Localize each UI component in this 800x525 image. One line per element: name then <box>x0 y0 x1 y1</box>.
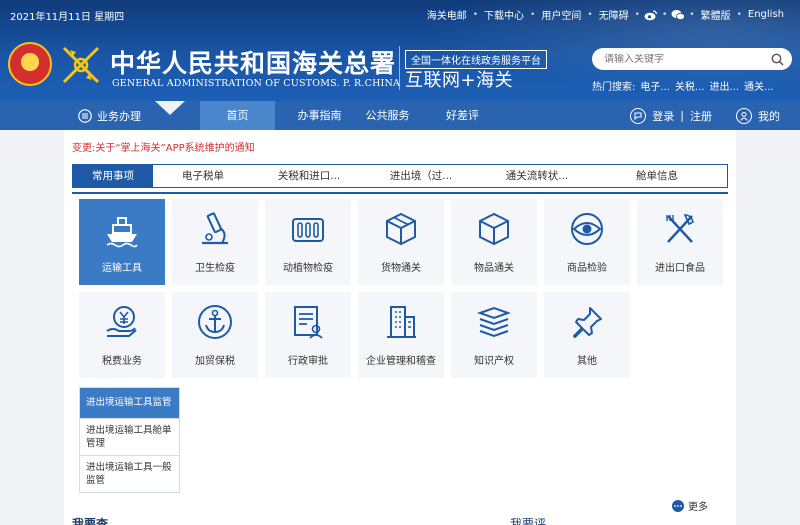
tab-manifest[interactable]: 舱单信息 <box>597 165 717 187</box>
tab-common[interactable]: 常用事项 <box>73 165 153 187</box>
national-emblem-icon <box>8 42 52 86</box>
user-icon[interactable] <box>736 107 752 124</box>
login-icon[interactable] <box>630 107 647 124</box>
section-title-rate: 我要评 <box>510 517 547 525</box>
hot-search-item[interactable]: 进出... <box>709 78 739 93</box>
tile-admin-approval[interactable]: 行政审批 <box>265 292 351 378</box>
menu-icon <box>78 109 92 126</box>
submenu-header[interactable]: 进出境运输工具监管 <box>80 388 179 418</box>
search-box <box>592 48 792 70</box>
hot-search: 热门搜索: 电子... 关税... 进出... 通关... <box>592 78 774 93</box>
site-title-cn: 中华人民共和国海关总署 <box>110 49 397 78</box>
tile-other[interactable]: 其他 <box>544 292 630 378</box>
tile-intellectual-property[interactable]: 知识产权 <box>451 292 537 378</box>
main-content: 变更:关于“掌上海关”APP系统维护的通知 常用事项 电子税单 关税和进口...… <box>64 130 736 525</box>
tile-transport[interactable]: 运输工具 <box>79 199 165 285</box>
hot-search-item[interactable]: 通关... <box>744 78 774 93</box>
link-english[interactable]: English <box>742 9 790 20</box>
weibo-icon[interactable] <box>644 9 658 21</box>
books-stack-icon <box>474 302 514 342</box>
nav-public-service[interactable]: 公共服务 <box>350 101 425 130</box>
ship-icon <box>102 209 142 249</box>
eye-inspection-icon <box>567 209 607 249</box>
search-input[interactable] <box>604 53 770 65</box>
hot-search-item[interactable]: 电子... <box>640 78 670 93</box>
transport-submenu: 进出境运输工具监管 进出境运输工具舱单管理 进出境运输工具一般监管 <box>79 387 180 493</box>
login-link[interactable]: 登录 <box>652 108 674 124</box>
fork-knife-icon <box>660 209 700 249</box>
wechat-icon[interactable] <box>671 9 686 21</box>
package-cube-icon <box>474 209 514 249</box>
more-dots-icon <box>672 499 684 512</box>
section-title-query: 我要查 <box>72 517 109 525</box>
current-date: 2021年11月11日 星期四 <box>10 12 125 23</box>
service-tabs: 常用事项 电子税单 关税和进口... 进出境（过... 通关流转状... 舱单信… <box>72 164 728 188</box>
user-actions: 登录 | 注册 我的 <box>630 101 780 130</box>
plant-quarantine-icon <box>288 209 328 249</box>
tab-entry-exit[interactable]: 进出境（过... <box>365 165 477 187</box>
top-links: 海关电邮 • 下载中心 • 用户空间 • 无障碍 • • • 繁體版 • English <box>421 7 790 22</box>
tab-tariff[interactable]: 关税和进口... <box>253 165 365 187</box>
tile-tax-business[interactable]: 税费业务 <box>79 292 165 378</box>
mine-link[interactable]: 我的 <box>758 108 780 124</box>
site-header: 2021年11月11日 星期四 海关电邮 • 下载中心 • 用户空间 • 无障碍 • •… <box>0 0 800 101</box>
notice-link[interactable]: 变更:关于“掌上海关”APP系统维护的通知 <box>72 139 255 154</box>
anchor-icon <box>195 302 235 342</box>
more-link[interactable]: 更多 <box>672 498 708 513</box>
hot-search-label: 热门搜索: <box>592 82 636 93</box>
building-icon <box>381 302 421 342</box>
tile-processing-trade[interactable]: 加贸保税 <box>172 292 258 378</box>
link-customs-email[interactable]: 海关电邮 <box>421 7 473 22</box>
nav-home[interactable]: 首页 <box>200 101 275 130</box>
tab-e-tax[interactable]: 电子税单 <box>153 165 253 187</box>
tile-commodity-inspection[interactable]: 商品检验 <box>544 199 630 285</box>
cargo-box-icon <box>381 209 421 249</box>
site-title-en: GENERAL ADMINISTRATION OF CUSTOMS. P. R.… <box>112 78 401 89</box>
document-approval-icon <box>288 302 328 342</box>
link-user-space[interactable]: 用户空间 <box>535 7 587 22</box>
microscope-icon <box>195 209 235 249</box>
nav-guide[interactable]: 办事指南 <box>282 101 357 130</box>
submenu-item[interactable]: 进出境运输工具舱单管理 <box>80 418 179 455</box>
tile-food-import-export[interactable]: 进出口食品 <box>637 199 723 285</box>
main-nav: 业务办理 首页 办事指南 公共服务 好差评 登录 | 注册 我的 <box>0 101 800 130</box>
submenu-item[interactable]: 进出境运输工具一般监管 <box>80 455 179 492</box>
link-traditional-chinese[interactable]: 繁體版 <box>695 7 737 22</box>
link-download-center[interactable]: 下载中心 <box>478 7 530 22</box>
search-icon[interactable] <box>770 52 784 66</box>
hot-search-item[interactable]: 关税... <box>675 78 705 93</box>
business-menu-label: 业务办理 <box>97 109 141 123</box>
tile-plant-quarantine[interactable]: 动植物检疫 <box>265 199 351 285</box>
link-accessibility[interactable]: 无障碍 <box>593 7 635 22</box>
business-menu-button[interactable]: 业务办理 <box>0 101 160 130</box>
slogan: 互联网+海关 <box>405 70 514 91</box>
customs-logo-icon <box>58 42 104 88</box>
nav-rating[interactable]: 好差评 <box>425 101 500 130</box>
tile-goods-clearance[interactable]: 物品通关 <box>451 199 537 285</box>
tab-clearance-status[interactable]: 通关流转状... <box>477 165 597 187</box>
tile-cargo-clearance[interactable]: 货物通关 <box>358 199 444 285</box>
tile-health-quarantine[interactable]: 卫生检疫 <box>172 199 258 285</box>
register-link[interactable]: 注册 <box>690 108 712 124</box>
pin-icon <box>567 302 607 342</box>
tile-enterprise-audit[interactable]: 企业管理和稽查 <box>358 292 444 378</box>
yuan-hand-icon <box>102 302 142 342</box>
